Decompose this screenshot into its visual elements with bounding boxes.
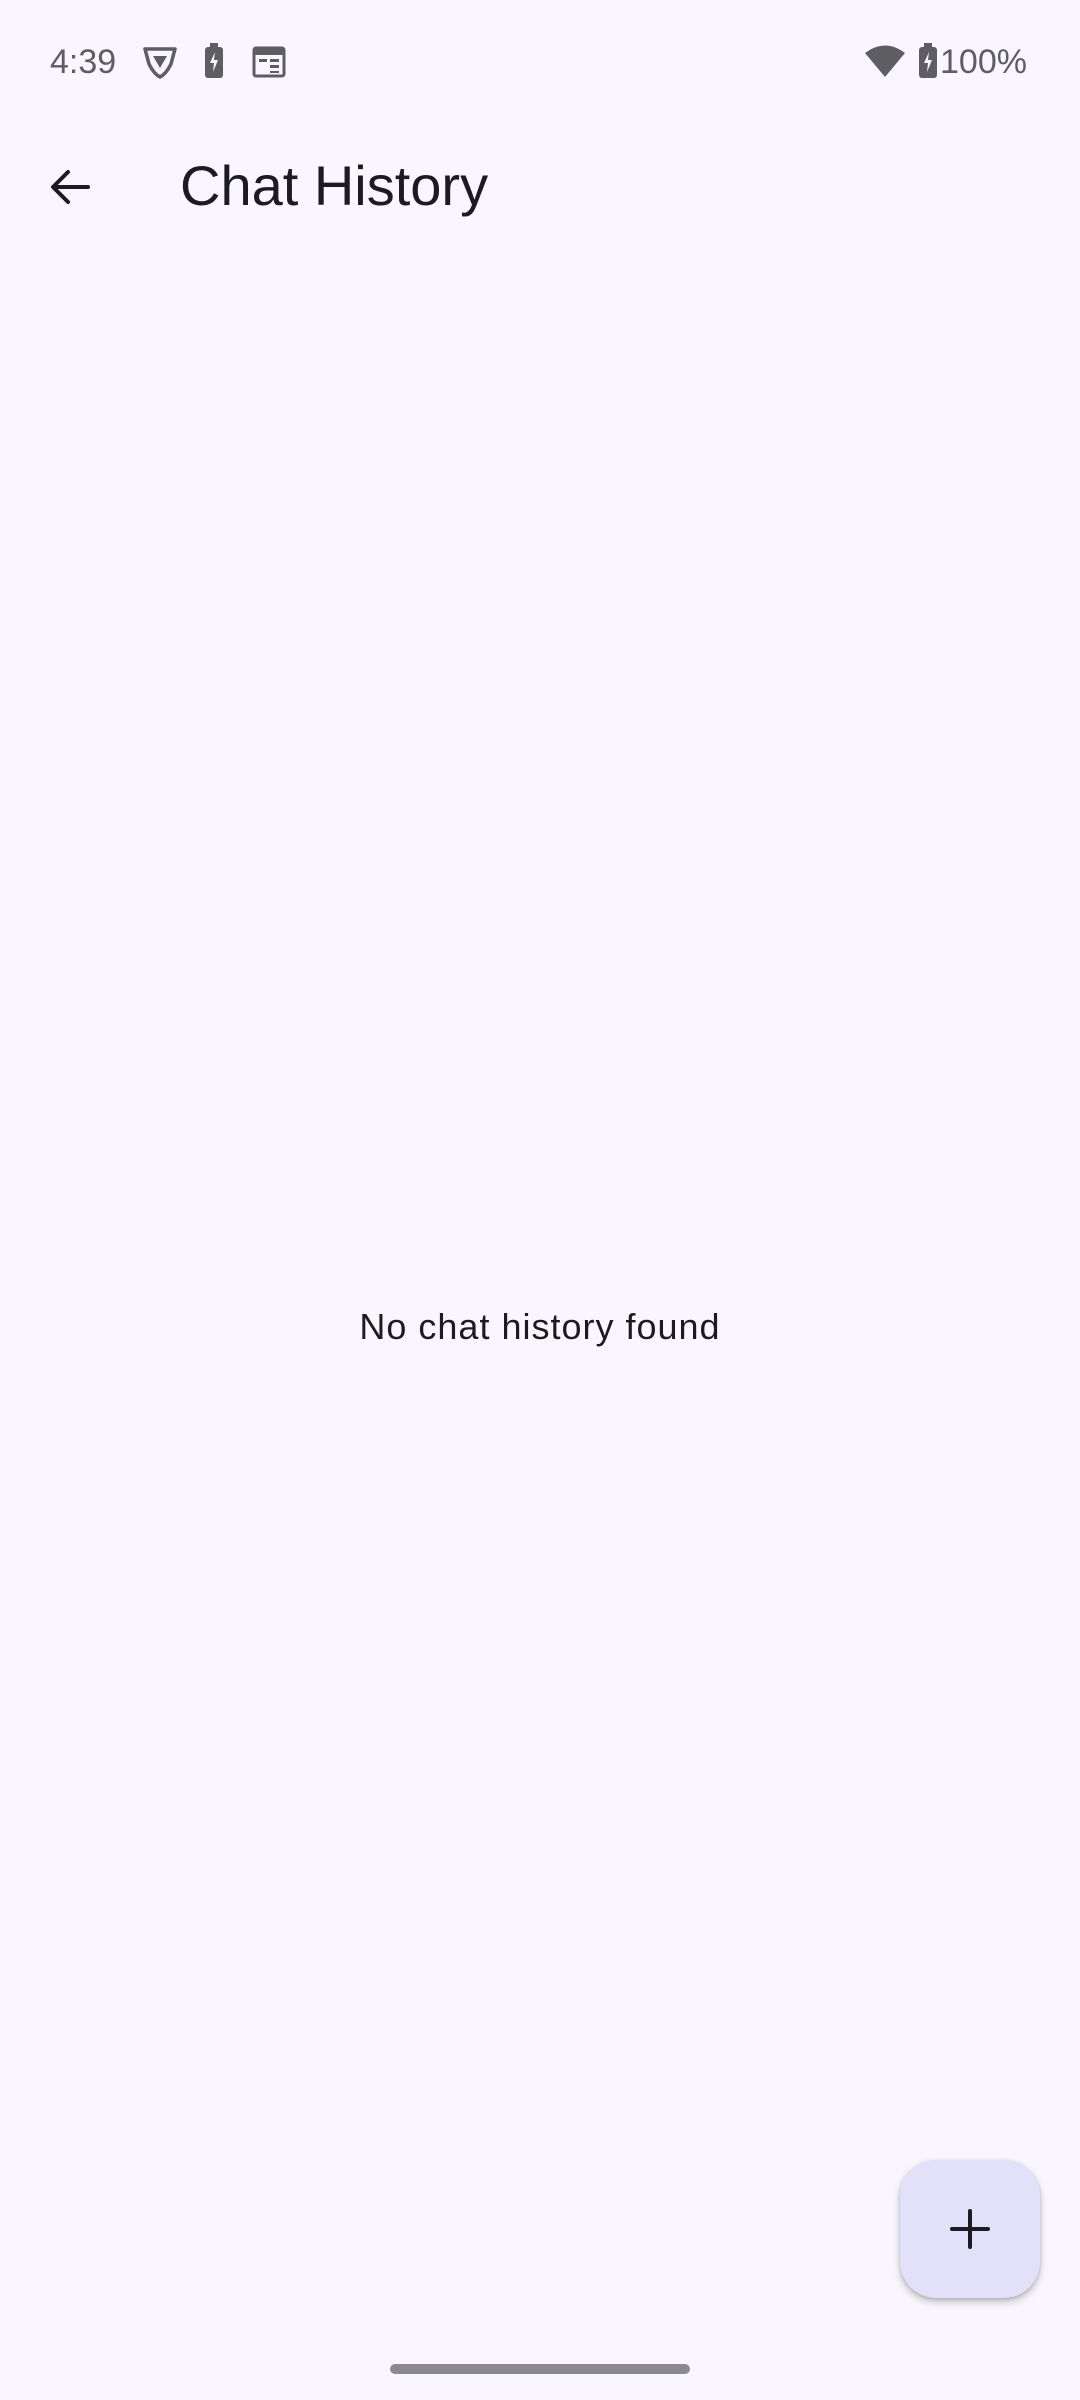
status-time: 4:39 (50, 43, 117, 81)
battery-charging-icon (919, 43, 937, 78)
calendar-icon (252, 46, 286, 78)
empty-state-message: No chat history found (359, 1306, 721, 1347)
wifi-icon (865, 45, 905, 77)
back-button[interactable] (30, 124, 110, 250)
battery-percent: 100% (940, 43, 1027, 81)
page-title: Chat History (180, 154, 489, 217)
plus-icon (950, 2209, 990, 2249)
new-chat-fab[interactable] (900, 2160, 1040, 2298)
status-bar: 4:39 100% (0, 0, 1080, 124)
shield-icon (143, 47, 177, 79)
app-bar (0, 124, 1080, 250)
arrow-back-icon (51, 170, 90, 204)
home-indicator[interactable] (390, 2364, 690, 2374)
battery-saver-icon (205, 43, 223, 78)
